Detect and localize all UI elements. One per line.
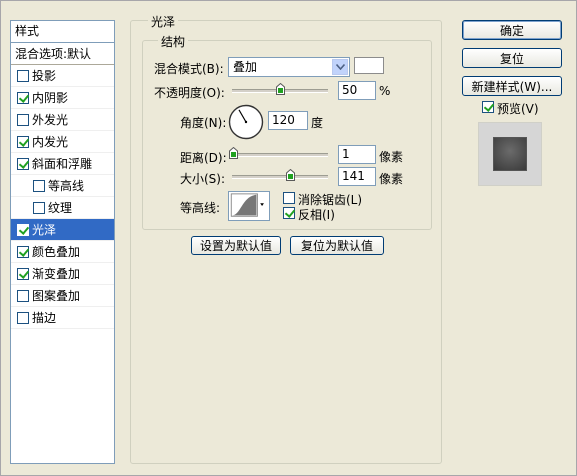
opacity-input[interactable]: 50 bbox=[338, 81, 376, 100]
style-item[interactable]: 外发光 bbox=[11, 109, 114, 131]
preview-label: 预览(V) bbox=[497, 102, 539, 116]
style-item-checkbox[interactable] bbox=[17, 69, 29, 82]
style-item-checkbox[interactable] bbox=[17, 267, 29, 280]
style-item-checkbox[interactable] bbox=[17, 91, 29, 104]
style-item-checkbox[interactable] bbox=[17, 113, 29, 126]
style-preview-swatch bbox=[493, 137, 527, 171]
styles-list: 样式 混合选项:默认 投影内阴影外发光内发光斜面和浮雕等高线纹理光泽颜色叠加渐变… bbox=[10, 20, 115, 464]
opacity-unit: % bbox=[379, 84, 391, 98]
style-item-checkbox[interactable] bbox=[17, 289, 29, 302]
style-item[interactable]: 等高线 bbox=[11, 175, 114, 197]
blend-mode-value: 叠加 bbox=[233, 60, 258, 74]
opacity-slider-thumb[interactable] bbox=[276, 83, 285, 95]
style-item-checkbox[interactable] bbox=[17, 157, 29, 170]
style-item-label: 斜面和浮雕 bbox=[32, 156, 93, 171]
style-item[interactable]: 斜面和浮雕 bbox=[11, 153, 114, 175]
anti-alias-checkbox[interactable] bbox=[283, 192, 295, 204]
style-item[interactable]: 图案叠加 bbox=[11, 285, 114, 307]
size-slider-thumb[interactable] bbox=[286, 169, 295, 181]
style-item-label: 纹理 bbox=[48, 200, 73, 215]
satin-group-title: 光泽 bbox=[148, 13, 179, 30]
style-item-checkbox[interactable] bbox=[33, 201, 45, 214]
distance-input[interactable]: 1 bbox=[338, 145, 376, 164]
contour-curve-icon bbox=[230, 193, 264, 217]
size-input[interactable]: 141 bbox=[338, 167, 376, 186]
make-default-button[interactable]: 设置为默认值 bbox=[191, 236, 281, 255]
invert-label: 反相(I) bbox=[298, 208, 335, 222]
style-item[interactable]: 渐变叠加 bbox=[11, 263, 114, 285]
style-item[interactable]: 内发光 bbox=[11, 131, 114, 153]
angle-label: 角度(N): bbox=[180, 116, 227, 130]
blend-mode-label: 混合模式(B): bbox=[154, 62, 224, 76]
reset-default-button[interactable]: 复位为默认值 bbox=[290, 236, 384, 255]
style-item-label: 等高线 bbox=[48, 178, 85, 193]
contour-label: 等高线: bbox=[180, 201, 221, 215]
blend-mode-select[interactable]: 叠加 bbox=[228, 57, 350, 77]
style-item-label: 图案叠加 bbox=[32, 288, 81, 303]
size-slider-track[interactable] bbox=[232, 175, 328, 179]
contour-picker[interactable] bbox=[228, 191, 270, 221]
new-style-button[interactable]: 新建样式(W)... bbox=[462, 76, 562, 96]
style-item-label: 内阴影 bbox=[32, 90, 69, 105]
style-item-label: 描边 bbox=[32, 310, 57, 325]
distance-label: 距离(D): bbox=[180, 151, 227, 165]
style-item-label: 渐变叠加 bbox=[32, 266, 81, 281]
chevron-down-icon[interactable] bbox=[332, 59, 348, 75]
invert-checkbox[interactable] bbox=[283, 207, 295, 219]
style-item-checkbox[interactable] bbox=[17, 311, 29, 324]
style-item[interactable]: 光泽 bbox=[11, 219, 114, 241]
style-item-checkbox[interactable] bbox=[33, 179, 45, 192]
style-item[interactable]: 内阴影 bbox=[11, 87, 114, 109]
structure-group-title: 结构 bbox=[158, 33, 189, 50]
angle-unit: 度 bbox=[311, 116, 324, 130]
distance-unit: 像素 bbox=[379, 150, 404, 164]
style-item-checkbox[interactable] bbox=[17, 245, 29, 258]
preview-checkbox[interactable] bbox=[482, 101, 494, 113]
style-item-label: 内发光 bbox=[32, 134, 69, 149]
style-preview bbox=[478, 122, 542, 186]
distance-slider-track[interactable] bbox=[232, 153, 328, 157]
style-item[interactable]: 投影 bbox=[11, 65, 114, 87]
style-item[interactable]: 纹理 bbox=[11, 197, 114, 219]
angle-dial[interactable] bbox=[228, 104, 264, 140]
style-item-label: 投影 bbox=[32, 68, 57, 83]
opacity-label: 不透明度(O): bbox=[154, 86, 225, 100]
size-unit: 像素 bbox=[379, 172, 404, 186]
style-item[interactable]: 描边 bbox=[11, 307, 114, 329]
style-item[interactable]: 颜色叠加 bbox=[11, 241, 114, 263]
angle-input[interactable]: 120 bbox=[268, 111, 308, 130]
reset-button[interactable]: 复位 bbox=[462, 48, 562, 68]
styles-header[interactable]: 样式 bbox=[11, 21, 114, 43]
style-item-label: 颜色叠加 bbox=[32, 244, 81, 259]
distance-slider-thumb[interactable] bbox=[229, 147, 238, 159]
style-item-label: 光泽 bbox=[32, 222, 57, 237]
style-item-checkbox[interactable] bbox=[17, 135, 29, 148]
blend-options-item[interactable]: 混合选项:默认 bbox=[11, 43, 114, 65]
ok-button[interactable]: 确定 bbox=[462, 20, 562, 40]
size-label: 大小(S): bbox=[180, 172, 226, 186]
style-item-checkbox[interactable] bbox=[17, 223, 29, 236]
style-item-label: 外发光 bbox=[32, 112, 69, 127]
satin-color-swatch[interactable] bbox=[354, 57, 384, 74]
